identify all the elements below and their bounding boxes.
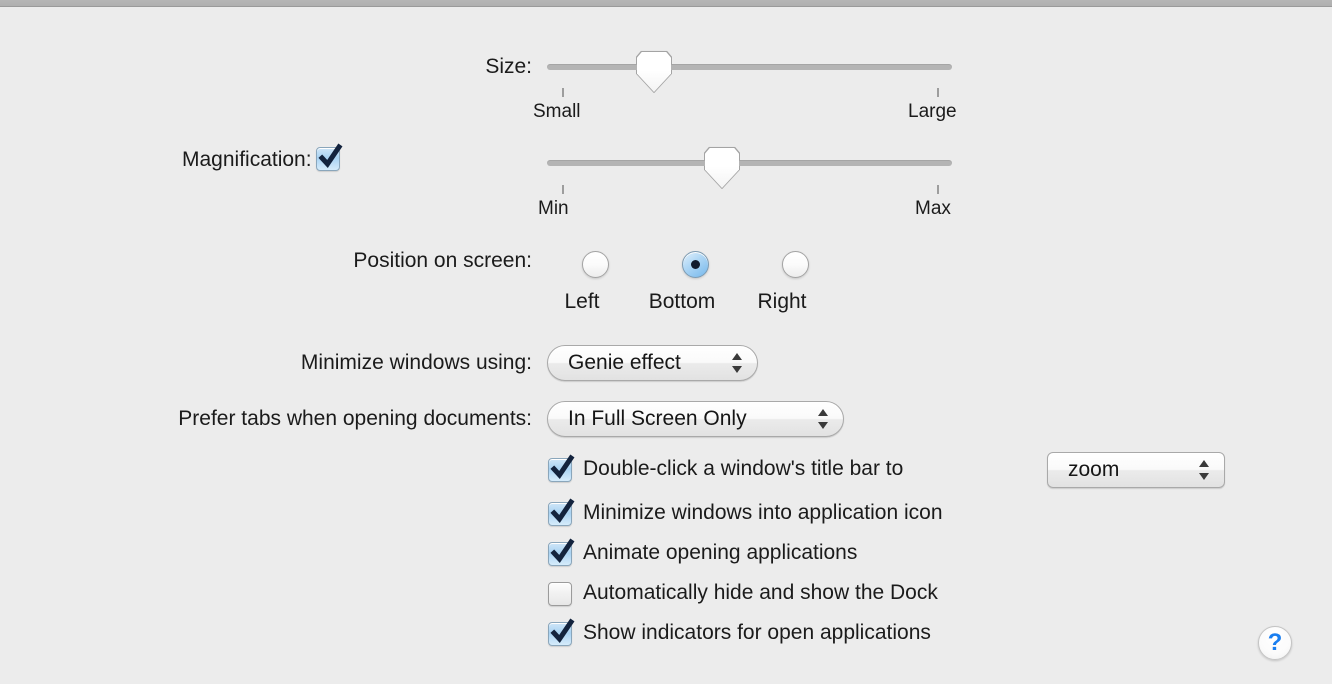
magnification-slider-track[interactable] [547,160,952,166]
checkmark-icon [547,538,577,568]
radio-label-left: Left [532,290,632,314]
radio-position-bottom[interactable] [682,251,709,278]
checkmark-icon [547,498,577,528]
radio-label-bottom: Bottom [632,290,732,314]
checkbox-minimize-into-app-icon[interactable] [548,502,572,526]
checkbox-label-show-indicators: Show indicators for open applications [583,621,931,645]
checkmark-icon [547,618,577,648]
magnification-label: Magnification: [182,147,352,173]
help-question-icon: ? [1259,627,1291,659]
minimize-using-label: Minimize windows using: [132,350,532,376]
prefer-tabs-value: In Full Screen Only [568,407,747,431]
prefer-tabs-popup[interactable]: In Full Screen Only [547,401,844,437]
checkmark-icon [547,454,577,484]
double-click-checkbox[interactable] [548,458,572,482]
minimize-using-value: Genie effect [568,351,681,375]
checkbox-automatically-hide-dock[interactable] [548,582,572,606]
window-top-chrome-band [0,0,1332,7]
size-slider-max-label: Large [908,101,957,123]
checkbox-animate-opening-applications[interactable] [548,542,572,566]
double-click-action-popup[interactable]: zoom [1047,452,1225,488]
radio-label-right: Right [732,290,832,314]
minimize-using-popup[interactable]: Genie effect [547,345,758,381]
magnification-slider-min-tick [562,185,564,194]
prefer-tabs-label: Prefer tabs when opening documents: [32,406,532,432]
magnification-slider-thumb[interactable] [705,148,739,188]
position-on-screen-label: Position on screen: [232,248,532,274]
stepper-arrows-icon [1199,459,1210,481]
stepper-arrows-icon [818,408,829,430]
magnification-slider-max-label: Max [915,198,951,220]
radio-position-right[interactable] [782,251,809,278]
size-slider-min-tick [562,88,564,97]
help-button[interactable]: ? [1258,626,1292,660]
magnification-slider-min-label: Min [538,198,569,220]
checkbox-label-animate-opening-applications: Animate opening applications [583,541,857,565]
size-slider-track[interactable] [547,64,952,70]
checkbox-label-minimize-into-app-icon: Minimize windows into application icon [583,501,943,525]
stepper-arrows-icon [732,352,743,374]
magnification-slider-max-tick [937,185,939,194]
dock-preferences-pane: Size: Small Large Magnification: [0,8,1332,684]
size-slider-thumb[interactable] [637,52,671,92]
checkbox-show-indicators[interactable] [548,622,572,646]
size-slider-min-label: Small [533,101,581,123]
double-click-action-value: zoom [1068,458,1119,482]
radio-position-left[interactable] [582,251,609,278]
size-label: Size: [232,54,532,80]
double-click-label: Double-click a window's title bar to [583,457,903,481]
size-slider-max-tick [937,88,939,97]
checkbox-label-automatically-hide-dock: Automatically hide and show the Dock [583,581,938,605]
